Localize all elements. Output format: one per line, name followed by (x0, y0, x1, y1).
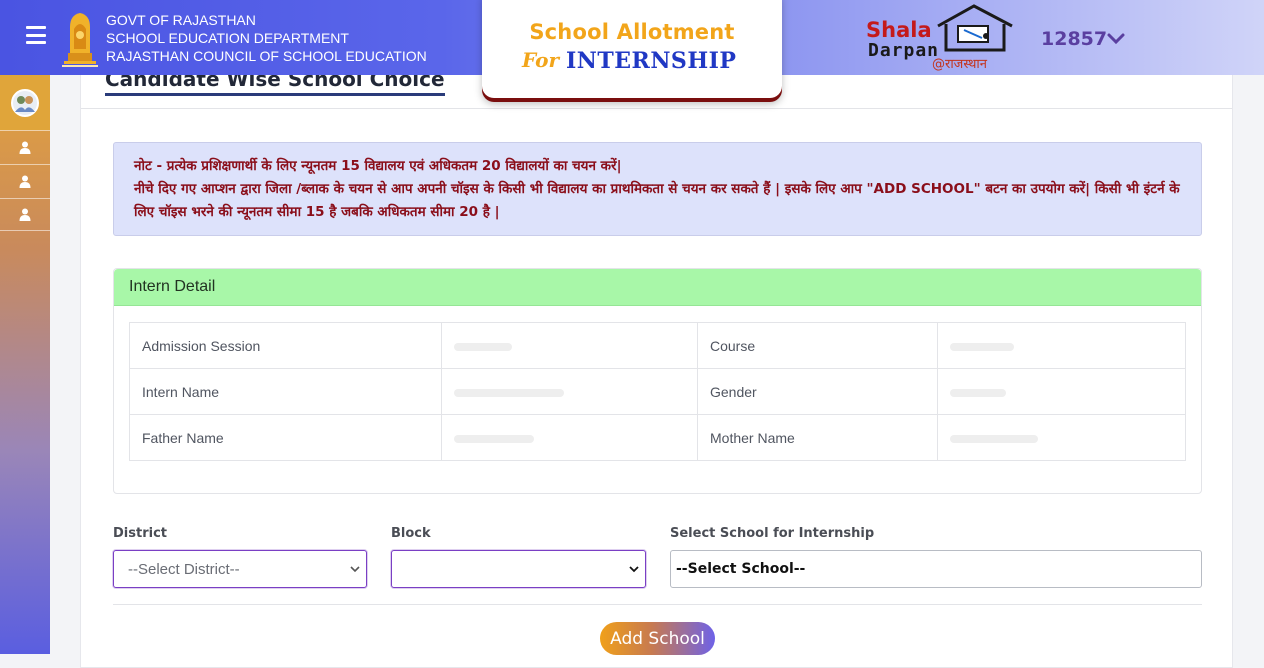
table-row: Father Name Mother Name (129, 414, 1186, 461)
intern-detail-panel: Intern Detail Admission Session Course I… (113, 268, 1202, 494)
scrollbar-track[interactable] (1260, 0, 1264, 654)
sidebar-item-1[interactable] (0, 130, 50, 163)
user-icon (19, 208, 31, 221)
gov-line-3: RAJASTHAN COUNCIL OF SCHOOL EDUCATION (106, 48, 427, 64)
user-id[interactable]: 12857 (1041, 28, 1107, 50)
block-select[interactable] (391, 550, 646, 588)
table-row: Admission Session Course (129, 322, 1186, 369)
sidebar-item-2[interactable] (0, 164, 50, 197)
father-name-value (441, 414, 698, 461)
school-select[interactable]: --Select School-- (670, 550, 1202, 588)
district-select[interactable]: --Select District-- (113, 550, 367, 588)
chevron-down-icon[interactable] (1106, 30, 1126, 48)
logo-shala-text: Shala (866, 18, 932, 42)
government-title: GOVT OF RAJASTHAN SCHOOL EDUCATION DEPAR… (106, 11, 427, 65)
school-label: Select School for Internship (670, 526, 875, 541)
block-label: Block (391, 526, 431, 541)
admission-session-label: Admission Session (129, 322, 442, 369)
sidebar (0, 75, 50, 654)
logo-rajasthan-text: @राजस्थान (932, 57, 988, 72)
note-line-2: नीचे दिए गए आप्शन द्वारा जिला /ब्लाक के … (134, 181, 1180, 220)
intern-name-label: Intern Name (129, 368, 442, 415)
app-title-for: For (522, 48, 559, 72)
table-row: Intern Name Gender (129, 368, 1186, 415)
gov-line-2: SCHOOL EDUCATION DEPARTMENT (106, 30, 349, 46)
sidebar-item-3[interactable] (0, 198, 50, 231)
user-icon (19, 141, 31, 154)
district-label: District (113, 526, 167, 541)
add-school-button[interactable]: Add School (600, 622, 715, 655)
district-select-value: --Select District-- (128, 560, 240, 578)
main-card: Candidate Wise School Choice नोट - प्रत्… (80, 58, 1233, 668)
state-emblem-icon (62, 13, 98, 67)
note-line-1: नोट - प्रत्येक प्रशिक्षणार्थी के लिए न्य… (134, 158, 622, 174)
mother-name-value (937, 414, 1186, 461)
form-divider (113, 604, 1202, 605)
gov-line-1: GOVT OF RAJASTHAN (106, 12, 256, 28)
mother-name-label: Mother Name (697, 414, 938, 461)
admission-session-value (441, 322, 698, 369)
sidebar-avatar[interactable] (0, 75, 50, 130)
logo-shala: Shala (866, 18, 932, 42)
course-label: Course (697, 322, 938, 369)
shala-darpan-logo: Shala Darpan @राजस्थान (864, 4, 1016, 72)
avatar-icon (11, 88, 39, 117)
app-title-line1: School Allotment (529, 20, 735, 44)
gender-label: Gender (697, 368, 938, 415)
chevron-down-icon (350, 566, 360, 573)
logo-darpan-text: Darpan (868, 40, 940, 61)
instruction-note: नोट - प्रत्येक प्रशिक्षणार्थी के लिए न्य… (113, 142, 1202, 236)
menu-icon[interactable] (26, 26, 46, 44)
app-title-line2: INTERNSHIP (566, 48, 737, 74)
chevron-down-icon (629, 566, 639, 573)
user-icon (19, 175, 31, 188)
school-select-value: --Select School-- (676, 561, 806, 577)
intern-detail-heading: Intern Detail (114, 269, 1201, 306)
father-name-label: Father Name (129, 414, 442, 461)
gender-value (937, 368, 1186, 415)
school-house-icon (937, 4, 1013, 52)
intern-name-value (441, 368, 698, 415)
course-value (937, 322, 1186, 369)
intern-detail-table: Admission Session Course Intern Name Gen… (129, 322, 1186, 461)
app-title-card: School Allotment For INTERNSHIP (482, 0, 782, 98)
